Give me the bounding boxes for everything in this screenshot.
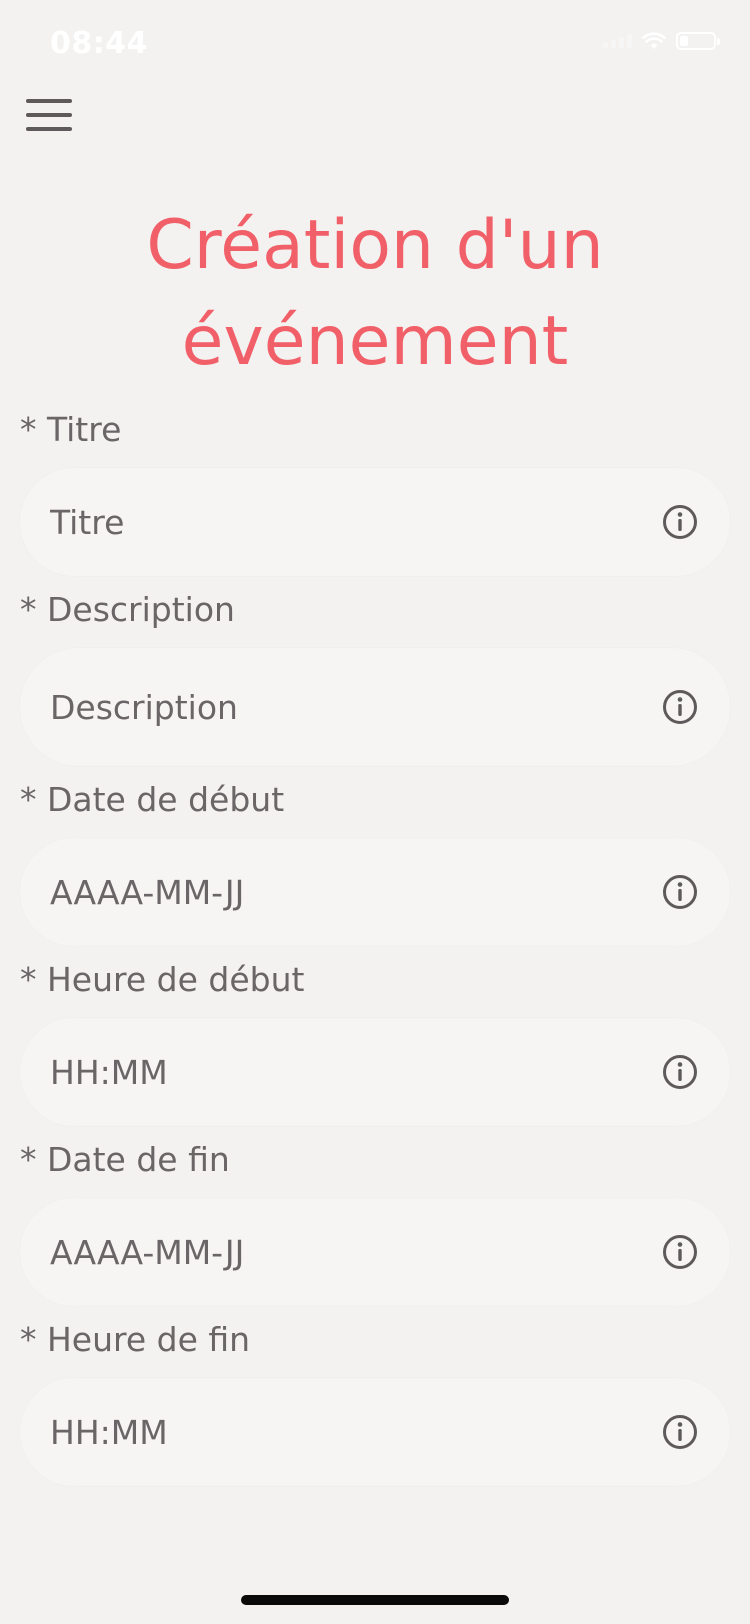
field-description: * Description xyxy=(20,588,730,766)
info-icon[interactable] xyxy=(662,504,698,540)
info-icon[interactable] xyxy=(662,1054,698,1090)
title-input[interactable] xyxy=(20,468,730,576)
status-bar: 08:44 xyxy=(0,0,750,90)
start-date-input[interactable] xyxy=(20,838,730,946)
field-label-end-time: * Heure de fin xyxy=(20,1320,251,1359)
field-start-date: * Date de début xyxy=(20,778,730,946)
field-label-end-date: * Date de fin xyxy=(20,1140,230,1179)
page-title-line1: Création d'un xyxy=(146,206,604,285)
end-date-input[interactable] xyxy=(20,1198,730,1306)
field-label-title: * Titre xyxy=(20,410,122,449)
info-icon[interactable] xyxy=(662,1414,698,1450)
field-label-start-time: * Heure de début xyxy=(20,960,305,999)
input-wrap-title xyxy=(20,468,730,576)
end-time-input[interactable] xyxy=(20,1378,730,1486)
status-time: 08:44 xyxy=(50,26,148,61)
start-time-input[interactable] xyxy=(20,1018,730,1126)
cellular-signal-icon xyxy=(603,34,632,48)
field-start-time: * Heure de début xyxy=(20,958,730,1126)
info-icon[interactable] xyxy=(662,1234,698,1270)
battery-icon xyxy=(676,32,720,50)
field-end-date: * Date de fin xyxy=(20,1138,730,1306)
info-icon[interactable] xyxy=(662,874,698,910)
field-label-start-date: * Date de début xyxy=(20,780,285,819)
input-wrap-start-date xyxy=(20,838,730,946)
page-title: Création d'un événement xyxy=(0,198,750,390)
info-icon[interactable] xyxy=(662,689,698,725)
input-wrap-end-date xyxy=(20,1198,730,1306)
wifi-icon xyxy=(642,32,666,49)
field-label-description: * Description xyxy=(20,590,235,629)
page-title-line2: événement xyxy=(181,302,569,381)
description-input[interactable] xyxy=(20,648,730,766)
input-wrap-start-time xyxy=(20,1018,730,1126)
field-end-time: * Heure de fin xyxy=(20,1318,730,1486)
menu-button[interactable] xyxy=(26,99,72,133)
field-title: * Titre xyxy=(20,408,730,576)
input-wrap-end-time xyxy=(20,1378,730,1486)
status-icons xyxy=(603,32,720,50)
event-form: * Titre * Description * Date de début xyxy=(20,408,730,1498)
home-indicator[interactable] xyxy=(241,1595,509,1605)
input-wrap-description xyxy=(20,648,730,766)
